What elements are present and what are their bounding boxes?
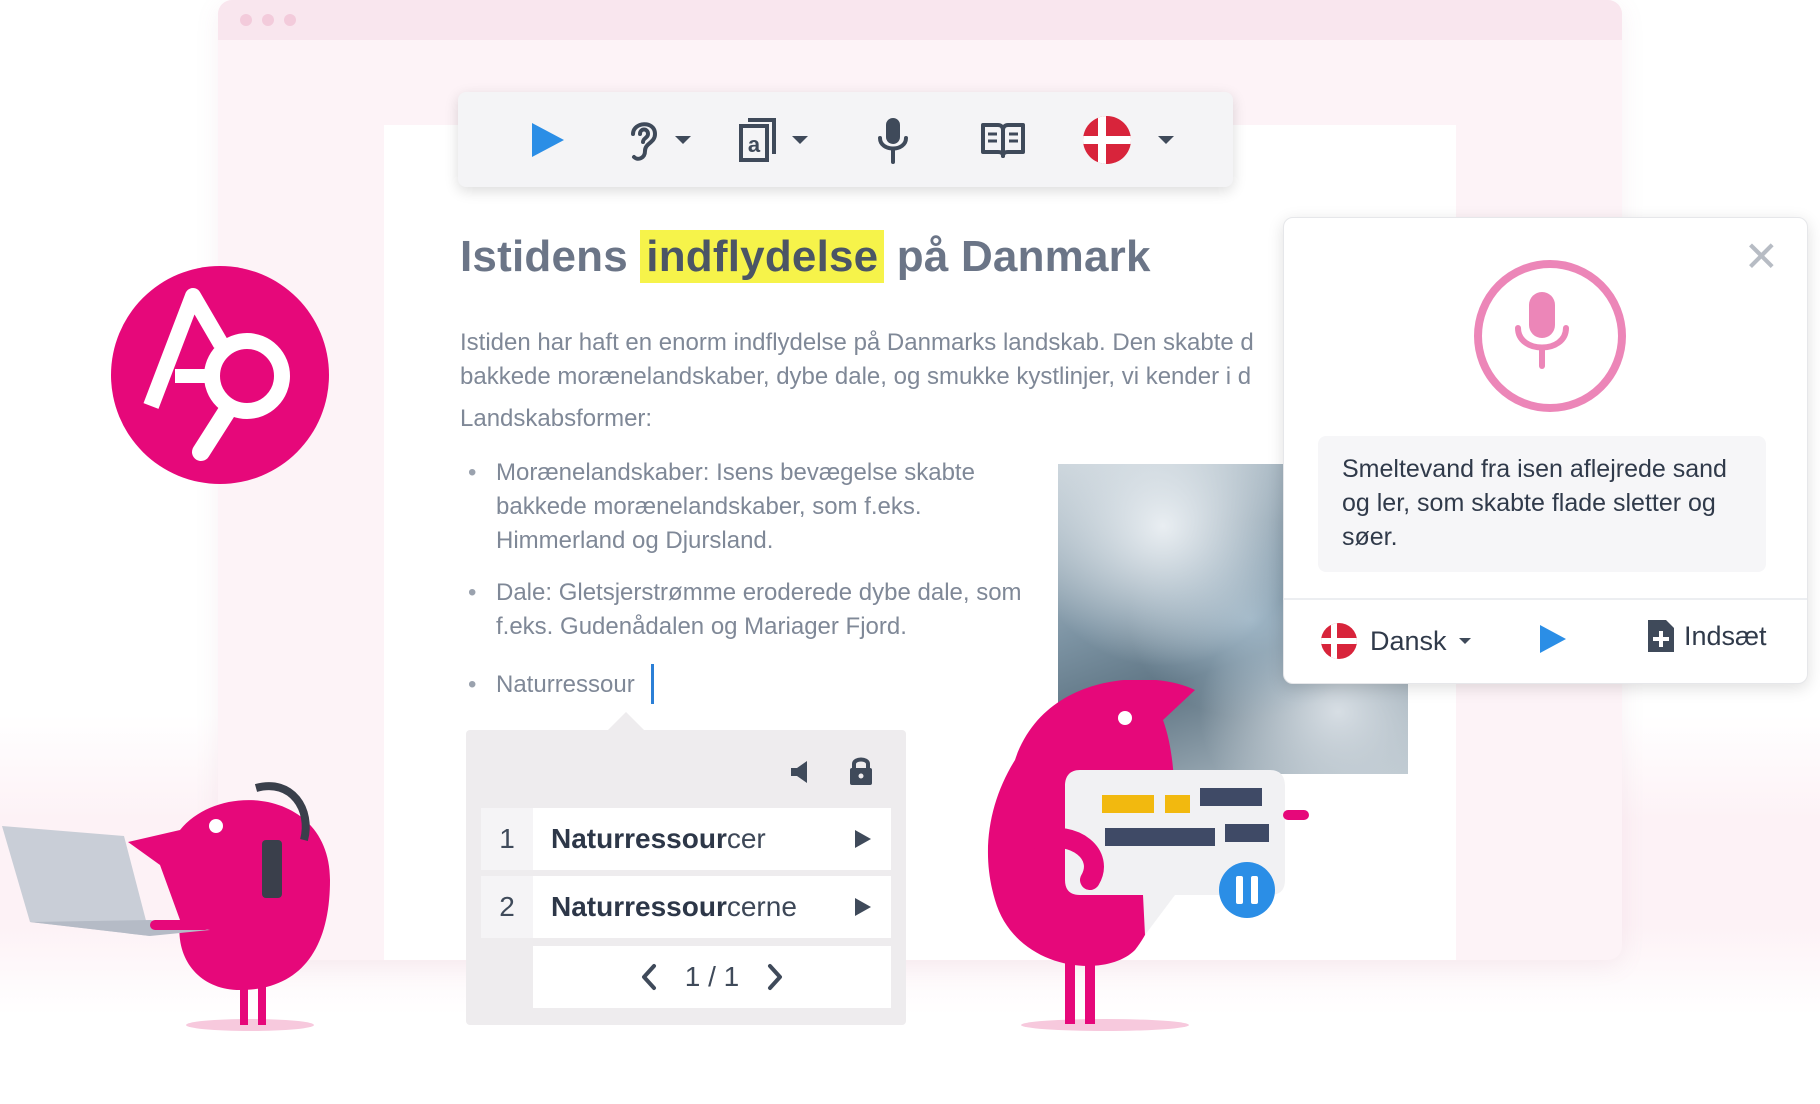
suggestion-item[interactable]: 1 Naturressour cer xyxy=(481,808,891,870)
speaker-icon[interactable] xyxy=(788,758,816,786)
suggestion-item[interactable]: 2 Naturressour cerne xyxy=(481,876,891,938)
paragraph-line: Istiden har haft en enorm indflydelse på… xyxy=(460,329,1254,356)
paragraph-line: bakkede morænelandskaber, dybe dale, og … xyxy=(460,363,1252,390)
play-button[interactable] xyxy=(518,110,578,170)
suggestion-pointer xyxy=(606,712,646,732)
highlighted-word: indflydelse xyxy=(640,230,885,283)
record-button[interactable] xyxy=(1474,260,1626,412)
chevron-down-icon xyxy=(1458,638,1471,644)
window-dot xyxy=(284,14,296,26)
danish-flag-icon xyxy=(1083,116,1131,164)
language-label: Dansk xyxy=(1370,625,1447,656)
chevron-right-icon[interactable] xyxy=(765,963,785,991)
browser-title-bar xyxy=(218,0,1622,40)
chevron-down-icon xyxy=(792,136,808,144)
dictionary-button[interactable] xyxy=(963,110,1043,170)
close-icon[interactable]: ✕ xyxy=(1744,236,1779,278)
book-icon xyxy=(981,123,1025,158)
microphone-icon xyxy=(878,118,908,164)
lock-icon[interactable] xyxy=(848,756,874,786)
chevron-left-icon[interactable] xyxy=(639,963,659,991)
list-item: Morænelandskaber: Isens bevægelse skabte… xyxy=(468,456,1036,558)
insert-button[interactable]: Indsæt xyxy=(1646,618,1767,654)
play-icon[interactable] xyxy=(855,898,871,916)
text-cursor xyxy=(651,664,654,704)
suggestion-number: 1 xyxy=(481,808,533,870)
window-dot xyxy=(262,14,274,26)
list-item-current[interactable]: Naturressour xyxy=(468,668,1036,702)
list-item: Dale: Gletsjerstrømme eroderede dybe dal… xyxy=(468,576,1036,644)
play-button[interactable] xyxy=(1538,623,1568,655)
reading-toolbar: a xyxy=(458,92,1233,187)
prediction-button[interactable]: a xyxy=(728,110,818,170)
danish-flag-icon xyxy=(1321,623,1357,659)
divider xyxy=(1284,598,1807,600)
word-suggestions: 1 Naturressour cer 2 Naturressour cerne 1 … xyxy=(466,730,906,1025)
suggestion-word: Naturressour cer xyxy=(551,823,766,854)
language-selector[interactable]: Dansk xyxy=(1320,622,1471,660)
microphone-icon xyxy=(1515,292,1569,369)
listen-button[interactable] xyxy=(618,110,698,170)
svg-text:a: a xyxy=(748,132,761,157)
chevron-down-icon xyxy=(1158,136,1174,144)
window-dot xyxy=(240,14,252,26)
ear-icon xyxy=(631,122,658,161)
brand-logo xyxy=(111,266,329,484)
transcript-text: Smeltevand fra isen aflejrede sand og le… xyxy=(1318,436,1766,572)
insert-document-icon xyxy=(1648,620,1674,652)
intro-paragraph: Istiden har haft en enorm indflydelse på… xyxy=(460,326,1280,394)
word-prediction-icon: a xyxy=(739,118,776,162)
insert-label: Indsæt xyxy=(1684,620,1767,651)
chevron-down-icon xyxy=(675,136,691,144)
language-button[interactable] xyxy=(1073,110,1183,170)
mascot-with-laptop xyxy=(2,782,330,1031)
page-indicator: 1 / 1 xyxy=(684,961,740,992)
play-icon[interactable] xyxy=(855,830,871,848)
suggestion-number: 2 xyxy=(481,876,533,938)
suggestion-word: Naturressour cerne xyxy=(551,891,797,922)
mascot-with-speech-bubble xyxy=(987,680,1309,1031)
play-icon xyxy=(532,123,564,157)
page-title: Istidens indflydelse på Danmark xyxy=(460,230,1151,283)
dictation-panel: ✕ Smeltevand fra isen aflejrede sand og … xyxy=(1283,217,1808,684)
suggestion-pager: 1 / 1 xyxy=(533,946,891,1008)
subheading: Landskabsformer: xyxy=(460,405,653,432)
dictation-button[interactable] xyxy=(858,110,928,170)
